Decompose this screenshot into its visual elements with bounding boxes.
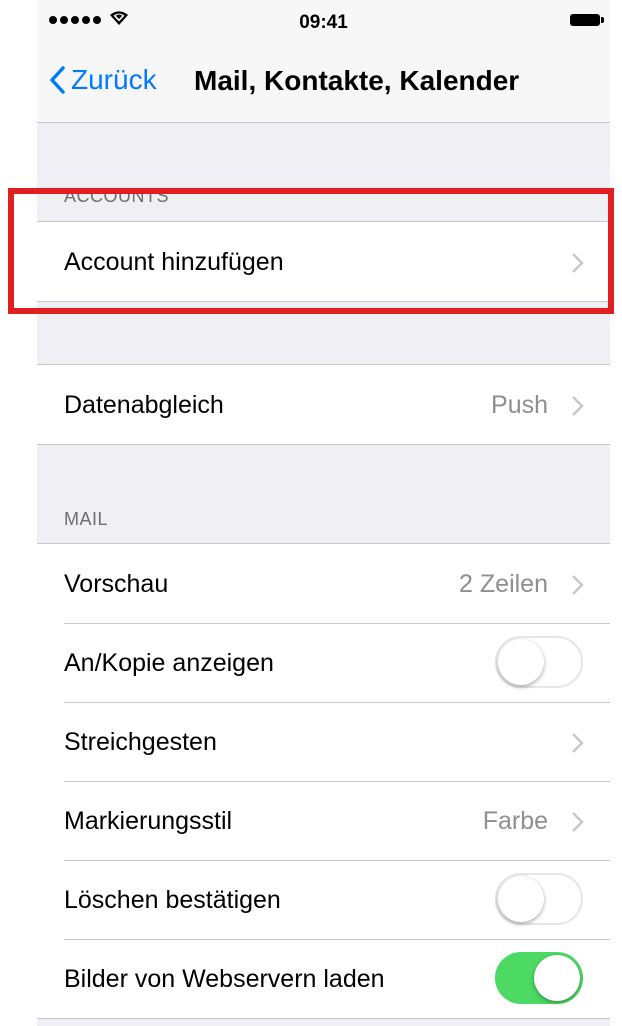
chevron-right-icon [572,733,584,753]
preview-label: Vorschau [64,570,169,598]
swipe-options-row[interactable]: Streichgesten [37,702,610,781]
fetch-data-value: Push [491,391,548,419]
show-to-cc-row: An/Kopie anzeigen [37,623,610,702]
fetch-data-row[interactable]: Datenabgleich Push [37,365,610,444]
preview-row[interactable]: Vorschau 2 Zeilen [37,544,610,623]
toggle-knob [498,876,544,922]
load-remote-images-toggle[interactable] [495,952,583,1004]
status-time: 09:41 [299,12,348,33]
ask-before-delete-row: Löschen bestätigen [37,860,610,939]
settings-screen: 09:41 Zurück Mail, Kontakte, Kalender AC… [37,0,610,1026]
swipe-options-label: Streichgesten [64,728,217,756]
back-label: Zurück [71,64,157,95]
mail-section-header: MAIL [64,509,109,529]
navigation-bar: Zurück Mail, Kontakte, Kalender [37,42,610,123]
back-button[interactable]: Zurück [49,64,157,96]
fetch-data-label: Datenabgleich [64,391,224,419]
load-remote-images-label: Bilder von Webservern laden [64,965,385,993]
load-remote-images-row: Bilder von Webservern laden [37,939,610,1018]
mail-group: Vorschau 2 Zeilen An/Kopie anzeigen Stre… [37,543,610,1019]
ask-before-delete-toggle[interactable] [495,873,583,925]
flag-style-row[interactable]: Markierungsstil Farbe [37,781,610,860]
flag-style-value: Farbe [482,807,548,835]
page-title: Mail, Kontakte, Kalender [194,65,520,96]
toggle-knob [498,639,544,685]
status-bar: 09:41 [37,0,610,42]
toggle-knob [534,955,580,1001]
show-to-cc-label: An/Kopie anzeigen [64,649,274,677]
back-chevron-icon [50,66,65,94]
show-to-cc-toggle[interactable] [495,636,583,688]
preview-value: 2 Zeilen [459,570,548,598]
highlight-box [8,188,614,314]
ask-before-delete-label: Löschen bestätigen [64,886,281,914]
chevron-right-icon [572,812,584,832]
chevron-right-icon [572,575,584,595]
sync-group: Datenabgleich Push [37,364,610,445]
flag-style-label: Markierungsstil [64,807,233,835]
chevron-right-icon [572,396,584,416]
battery-icon [570,14,604,26]
